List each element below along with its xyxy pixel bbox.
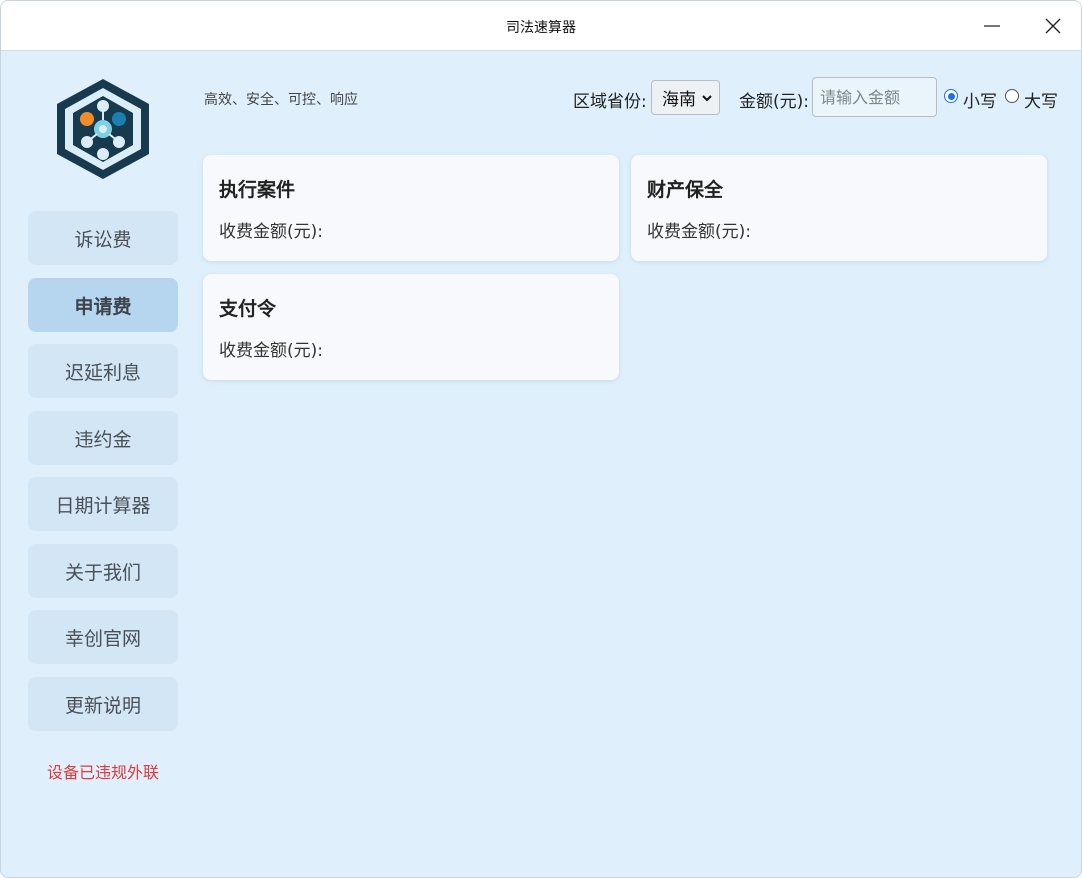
radio-lowercase[interactable] [944, 89, 958, 103]
sidebar-item-official-site[interactable]: 幸创官网 [28, 610, 178, 664]
sidebar-item-label: 关于我们 [64, 561, 141, 584]
amount-input[interactable] [812, 77, 937, 117]
sidebar-item-label: 申请费 [74, 295, 132, 318]
sidebar-item-label: 日期计算器 [55, 494, 151, 517]
close-icon [1045, 18, 1061, 34]
sidebar-item-application-fee[interactable]: 申请费 [28, 278, 178, 332]
minimize-button[interactable] [972, 11, 1012, 41]
amount-label: 金额(元): [739, 92, 809, 112]
card-title: 财产保全 [647, 179, 724, 201]
card-enforcement-case: 执行案件 收费金额(元): [203, 155, 619, 261]
radio-uppercase-label[interactable]: 大写 [1024, 87, 1058, 112]
sidebar-item-label: 迟延利息 [64, 361, 141, 384]
province-select[interactable]: 海南 [651, 80, 720, 115]
sidebar-item-label: 幸创官网 [64, 627, 141, 650]
sidebar-item-label: 违约金 [74, 428, 132, 451]
sidebar-item-litigation-fee[interactable]: 诉讼费 [28, 211, 178, 265]
card-payment-order: 支付令 收费金额(元): [203, 274, 619, 380]
window-title: 司法速算器 [506, 20, 576, 36]
sidebar-item-penalty[interactable]: 违约金 [28, 411, 178, 465]
card-fee-label: 收费金额(元): [219, 222, 323, 242]
app-logo [51, 76, 155, 182]
card-fee-label: 收费金额(元): [219, 341, 323, 361]
chevron-down-icon [702, 95, 712, 102]
minimize-icon [984, 25, 1000, 27]
sidebar-item-label: 更新说明 [64, 694, 141, 717]
close-button[interactable] [1033, 11, 1073, 41]
card-title: 支付令 [219, 298, 277, 320]
province-value: 海南 [662, 90, 696, 110]
tagline: 高效、安全、可控、响应 [204, 92, 358, 108]
sidebar-item-release-notes[interactable]: 更新说明 [28, 677, 178, 731]
connection-warning: 设备已违规外联 [46, 763, 159, 782]
card-title: 执行案件 [219, 179, 296, 201]
card-fee-label: 收费金额(元): [647, 222, 751, 242]
sidebar-item-label: 诉讼费 [74, 228, 132, 251]
sidebar-item-late-interest[interactable]: 迟延利息 [28, 344, 178, 398]
title-bar: 司法速算器 [1, 1, 1081, 51]
radio-uppercase[interactable] [1005, 89, 1019, 103]
card-property-preservation: 财产保全 收费金额(元): [631, 155, 1047, 261]
sidebar-item-about-us[interactable]: 关于我们 [28, 544, 178, 598]
sidebar-item-date-calculator[interactable]: 日期计算器 [28, 477, 178, 531]
radio-lowercase-label[interactable]: 小写 [963, 87, 997, 112]
hexagon-logo-icon [57, 79, 149, 179]
province-label: 区域省份: [573, 92, 647, 112]
app-window: 司法速算器 诉讼费 申请费 迟延利息 违约金 日期计算器 关于我们 幸创官网 更… [0, 0, 1082, 878]
